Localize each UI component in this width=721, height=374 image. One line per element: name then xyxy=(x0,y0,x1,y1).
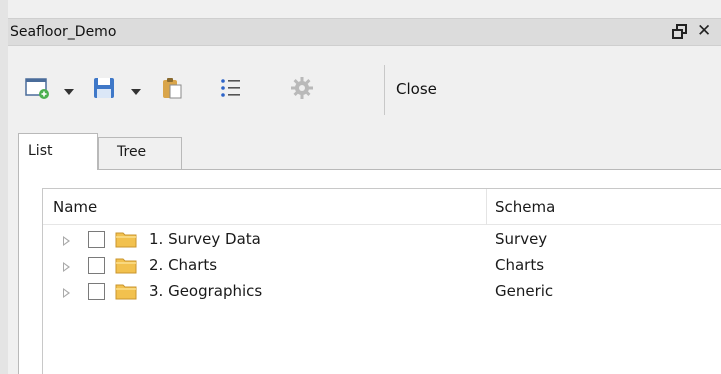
paste-button[interactable] xyxy=(158,77,186,103)
panel-close-icon[interactable]: ✕ xyxy=(697,21,711,41)
row-name: 3. Geographics xyxy=(149,282,263,300)
panel-titlebar[interactable]: Seafloor_Demo ✕ xyxy=(8,18,721,46)
expand-arrow-icon[interactable] xyxy=(63,236,70,246)
seafloor-panel: Seafloor_Demo ✕ Close List Tree Name Sch… xyxy=(8,0,721,374)
new-window-button[interactable] xyxy=(23,77,51,103)
row-checkbox[interactable] xyxy=(88,231,105,248)
save-button[interactable] xyxy=(90,77,118,103)
column-header-schema[interactable]: Schema xyxy=(495,198,555,216)
list-view-button[interactable] xyxy=(216,77,244,103)
row-checkbox[interactable] xyxy=(88,283,105,300)
expand-arrow-icon[interactable] xyxy=(63,288,70,298)
close-button[interactable]: Close xyxy=(396,80,437,98)
tab-strip: List Tree xyxy=(8,133,721,170)
new-window-dropdown-icon[interactable] xyxy=(64,89,74,95)
list-item[interactable]: 3. Geographics Generic xyxy=(43,280,721,306)
list-item[interactable]: 2. Charts Charts xyxy=(43,254,721,280)
folder-icon xyxy=(115,256,137,274)
panel-title: Seafloor_Demo xyxy=(10,24,117,40)
row-schema: Charts xyxy=(495,256,545,274)
row-name: 1. Survey Data xyxy=(149,230,261,248)
list-tab-content: Name Schema 1. Survey Data Survey 2. Cha… xyxy=(18,169,721,374)
list-header: Name Schema xyxy=(43,189,721,225)
list-view-icon xyxy=(218,76,242,104)
settings-button[interactable] xyxy=(288,77,316,103)
row-schema: Generic xyxy=(495,282,554,300)
column-header-name[interactable]: Name xyxy=(53,198,97,216)
folder-icon xyxy=(115,282,137,300)
column-divider[interactable] xyxy=(486,189,487,225)
toolbar-separator xyxy=(384,65,385,115)
list-item[interactable]: 1. Survey Data Survey xyxy=(43,228,721,254)
tab-list[interactable]: List xyxy=(18,133,98,170)
left-edge-strip xyxy=(0,0,8,374)
save-icon xyxy=(92,76,116,104)
settings-gear-icon xyxy=(290,76,314,104)
row-checkbox[interactable] xyxy=(88,257,105,274)
row-name: 2. Charts xyxy=(149,256,218,274)
new-window-icon xyxy=(24,76,50,104)
expand-arrow-icon[interactable] xyxy=(63,262,70,272)
layer-list: Name Schema 1. Survey Data Survey 2. Cha… xyxy=(42,188,721,374)
row-schema: Survey xyxy=(495,230,548,248)
tab-tree[interactable]: Tree xyxy=(98,137,182,169)
paste-clipboard-icon xyxy=(160,76,184,104)
float-window-icon[interactable] xyxy=(670,22,690,42)
save-dropdown-icon[interactable] xyxy=(131,89,141,95)
folder-icon xyxy=(115,230,137,248)
